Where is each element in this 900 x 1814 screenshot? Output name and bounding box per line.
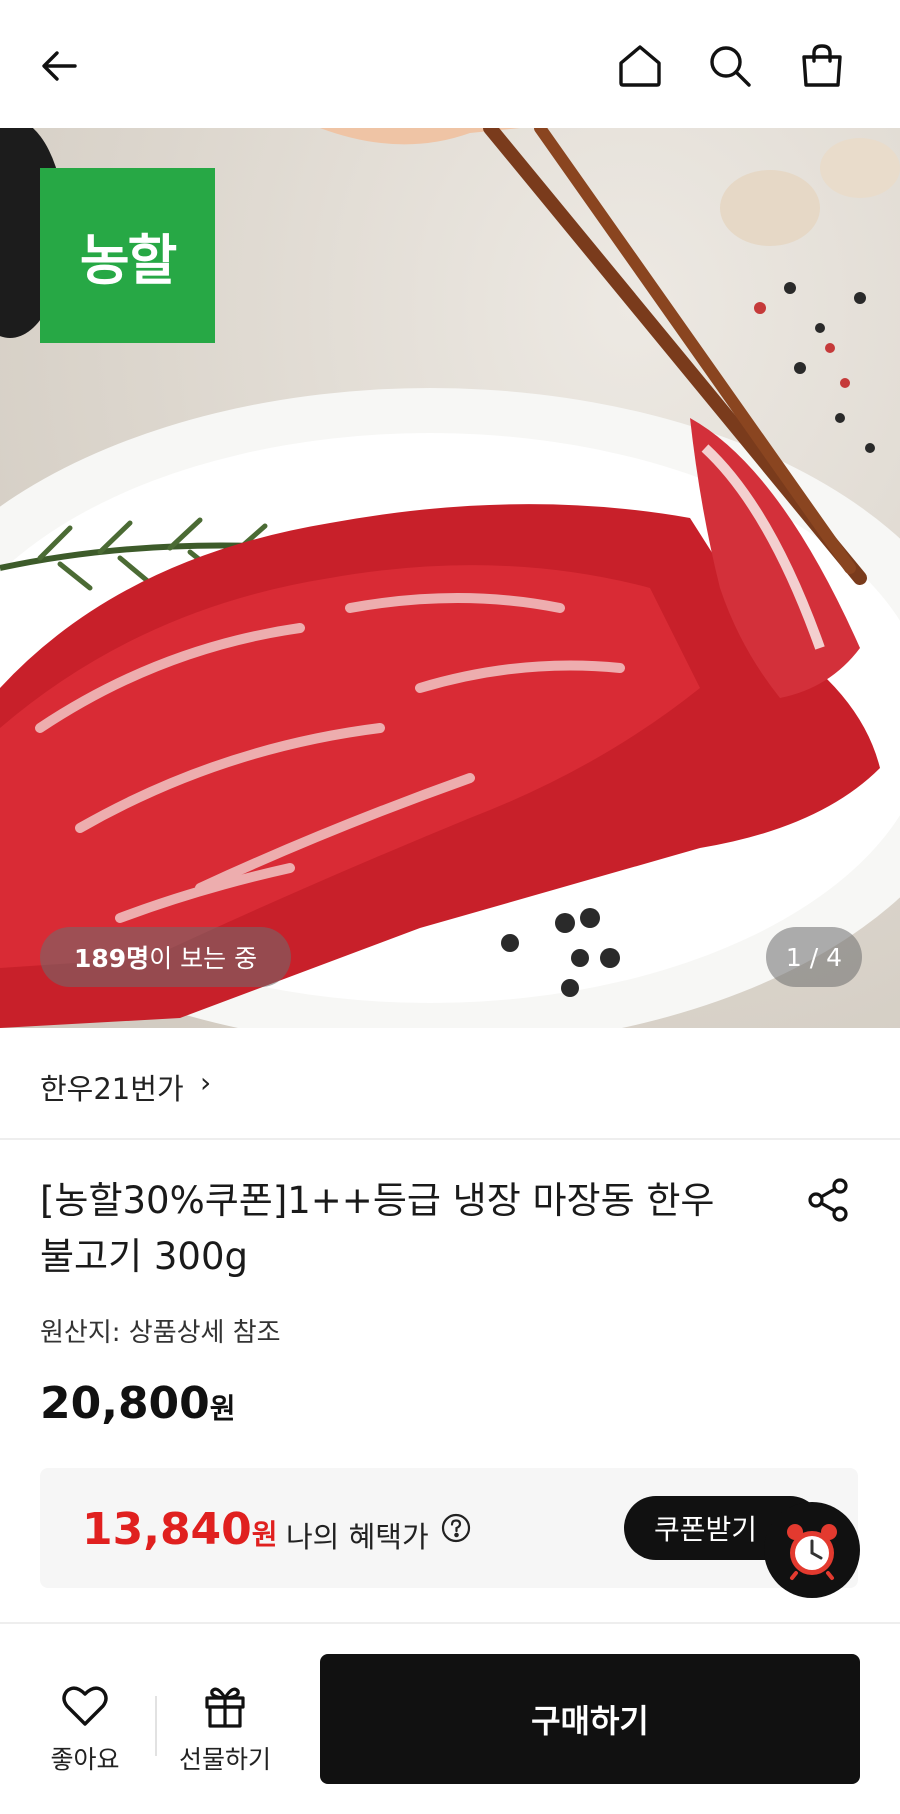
heart-icon (62, 1686, 108, 1726)
image-pager: 1 / 4 (766, 927, 862, 987)
bottom-action-bar: 좋아요 선물하기 구매하기 (0, 1622, 900, 1814)
product-image-carousel[interactable]: 농할 189명 이 보는 중 1 / 4 (0, 128, 900, 1028)
cart-button[interactable] (790, 34, 854, 98)
alarm-clock-button[interactable] (764, 1502, 860, 1598)
gift-label: 선물하기 (178, 1745, 271, 1774)
search-icon (710, 46, 751, 87)
share-icon (808, 1178, 848, 1222)
store-name: 한우21번가 (40, 1072, 184, 1106)
viewers-badge: 189명 이 보는 중 (40, 927, 292, 987)
home-button[interactable] (608, 34, 672, 98)
home-icon (619, 45, 661, 87)
chevron-right-icon: › (200, 1066, 212, 1099)
origin-info: 원산지: 상품상세 참조 (40, 1318, 281, 1348)
benefit-price: 13,840원 (82, 1504, 278, 1555)
benefit-price-box: 13,840원 나의 혜택가 쿠폰받기 (40, 1468, 858, 1588)
get-coupon-label: 쿠폰받기 (654, 1513, 758, 1546)
top-app-bar (0, 0, 900, 128)
shopping-bag-icon (802, 44, 842, 87)
original-price-value: 20,800 (40, 1378, 210, 1429)
back-button[interactable] (28, 34, 92, 98)
benefit-label: 나의 혜택가 (286, 1520, 429, 1554)
gift-button[interactable]: 선물하기 (170, 1680, 280, 1776)
original-price-unit: 원 (209, 1392, 236, 1425)
viewers-suffix: 이 보는 중 (149, 944, 258, 973)
buy-button[interactable]: 구매하기 (320, 1654, 860, 1784)
search-button[interactable] (698, 34, 762, 98)
action-divider (155, 1696, 157, 1756)
benefit-price-value: 13,840 (82, 1504, 252, 1555)
image-pager-text: 1 / 4 (785, 942, 843, 972)
question-circle-icon[interactable] (440, 1512, 472, 1544)
original-price: 20,800원 (40, 1378, 236, 1429)
buy-label: 구매하기 (531, 1702, 649, 1740)
benefit-price-unit: 원 (251, 1518, 278, 1551)
brand-logo-text: 농할 (79, 229, 177, 292)
alarm-clock-icon (787, 1524, 837, 1580)
brand-logo: 농할 (40, 168, 215, 343)
like-button[interactable]: 좋아요 (30, 1680, 140, 1776)
arrow-left-icon (42, 51, 77, 81)
store-link[interactable]: 한우21번가 › (0, 1028, 900, 1140)
viewers-count: 189명 (74, 944, 150, 973)
product-title: [농할30%쿠폰]1++등급 냉장 마장동 한우 불고기 300g (40, 1179, 715, 1278)
gift-icon (205, 1687, 245, 1728)
share-button[interactable] (796, 1168, 860, 1232)
like-label: 좋아요 (50, 1745, 120, 1774)
